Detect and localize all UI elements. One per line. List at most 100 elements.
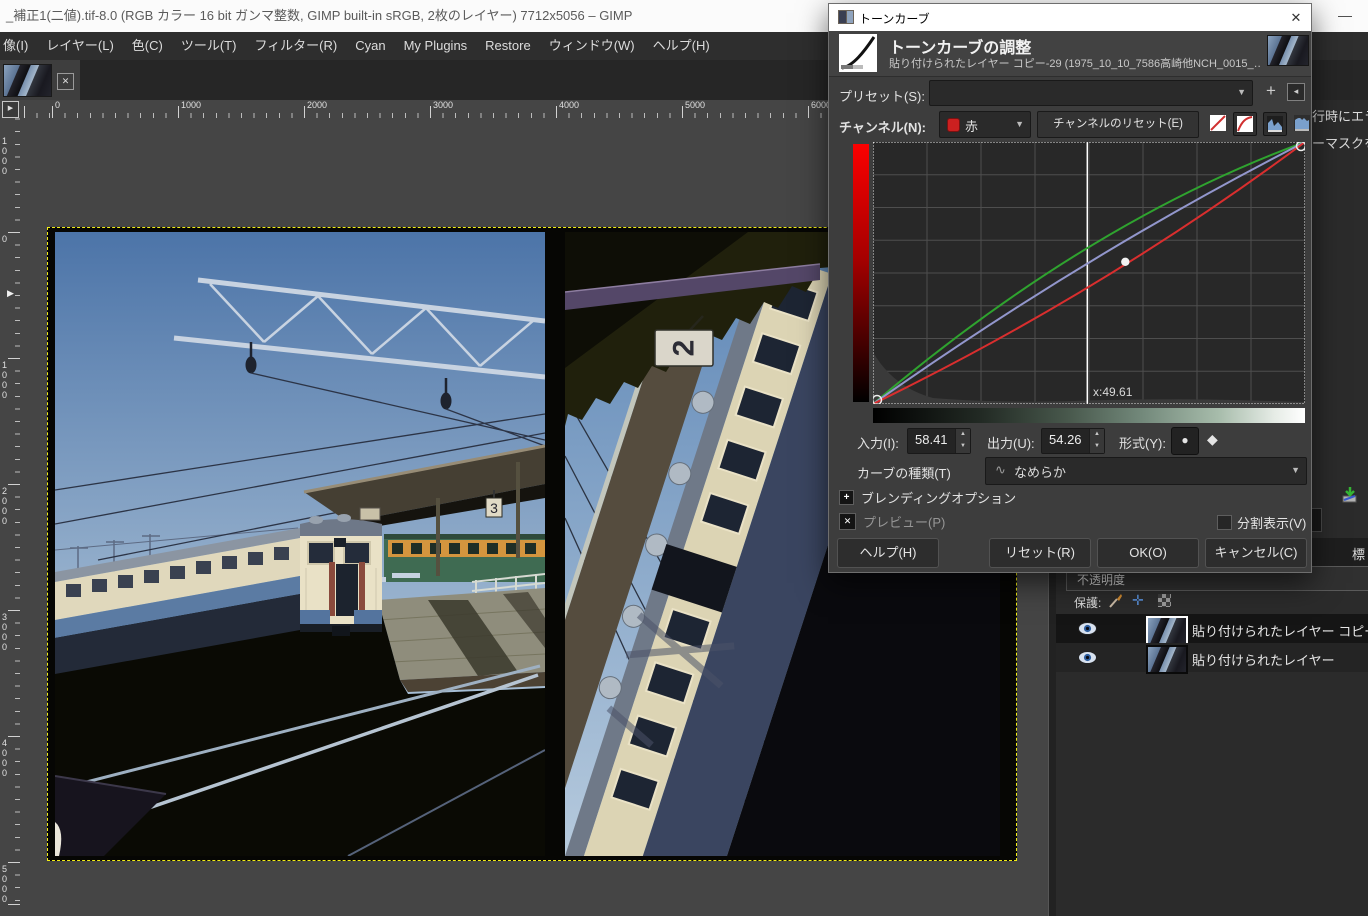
layer-thumbnail[interactable] (1146, 645, 1188, 674)
vruler-label: 1000 (2, 136, 8, 176)
input-spinner[interactable]: 58.41 ▲ ▼ (907, 428, 971, 454)
vruler-label: 0 (2, 234, 8, 244)
layer-row-active[interactable]: 貼り付けられたレイヤー コピー (1056, 614, 1368, 645)
menu-my-plugins[interactable]: My Plugins (395, 32, 477, 60)
menu-colors[interactable]: 色(C) (123, 32, 172, 60)
menu-layer[interactable]: レイヤー(L) (37, 32, 123, 60)
lock-position-icon[interactable]: ✛ (1132, 592, 1144, 609)
vertical-ruler[interactable]: 1000 0 1000 2000 3000 4000 5000 (0, 118, 20, 916)
layer-name: 貼り付けられたレイヤー コピー (1192, 624, 1368, 639)
preset-add-button[interactable]: + (1261, 81, 1281, 101)
split-view-checkbox[interactable] (1217, 515, 1232, 530)
menu-windows[interactable]: ウィンドウ(W) (540, 32, 644, 60)
hruler-label: 0 (55, 100, 61, 110)
preset-menu-button[interactable]: ◂ (1287, 83, 1305, 101)
preset-label: プリセット(S): (839, 89, 925, 104)
vruler-label: 1000 (2, 360, 8, 400)
dialog-layer-thumbnail (1267, 35, 1309, 66)
channel-reset-button[interactable]: チャンネルのリセット(E) (1037, 111, 1199, 138)
left-photo: 3 (55, 232, 545, 856)
point-type-label: 形式(Y): (1119, 436, 1166, 451)
platform-sign-3: 3 (490, 500, 498, 516)
layer-row[interactable]: 貼り付けられたレイヤー (1056, 643, 1368, 674)
vruler-label: 5000 (2, 864, 8, 904)
chevron-down-icon: ▼ (1237, 87, 1246, 98)
curve-point-selected[interactable] (1121, 257, 1130, 266)
menu-restore[interactable]: Restore (476, 32, 540, 60)
hruler-label: 5000 (685, 100, 706, 110)
blending-expander-icon[interactable]: + (839, 490, 854, 505)
layer-name: 貼り付けられたレイヤー (1192, 653, 1335, 668)
reset-button[interactable]: リセット(R) (989, 538, 1091, 568)
menu-cyan[interactable]: Cyan (346, 32, 394, 60)
vruler-label: 4000 (2, 738, 8, 778)
input-label: 入力(I): (857, 436, 899, 451)
opacity-label: 不透明度 (1077, 573, 1126, 587)
help-button[interactable]: ヘルプ(H) (837, 538, 939, 568)
ruler-pointer-icon: ▶ (7, 288, 14, 298)
curve-type-select[interactable]: ∿ なめらか ▼ (985, 457, 1307, 485)
output-value: 54.26 (1049, 432, 1082, 447)
lock-label: 保護: (1074, 596, 1102, 610)
hruler-label: 4000 (559, 100, 580, 110)
channel-select[interactable]: 赤 ▼ (939, 111, 1031, 138)
menu-filters[interactable]: フィルター(R) (245, 32, 346, 60)
blending-options-expander[interactable]: ブレンディングオプション (861, 488, 1016, 507)
ok-button[interactable]: OK(O) (1097, 538, 1199, 568)
cancel-button[interactable]: キャンセル(C) (1205, 538, 1307, 568)
linear-histogram-toggle[interactable] (1263, 112, 1287, 136)
preview-checkbox[interactable]: ✕ (839, 513, 856, 530)
vruler-label: 2000 (2, 486, 8, 526)
channel-gradient-strip (853, 144, 869, 402)
curve-type-label: カーブの種類(T) (857, 466, 951, 481)
dialog-title: トーンカーブ (859, 12, 930, 26)
menu-help[interactable]: ヘルプ(H) (644, 32, 719, 60)
minimize-button[interactable]: — (1322, 0, 1368, 32)
lock-pixels-icon[interactable] (1108, 593, 1124, 609)
curves-icon (839, 34, 877, 72)
smooth-point-toggle[interactable]: ● (1171, 427, 1199, 455)
tab-close-icon[interactable]: ✕ (57, 73, 74, 90)
spinner-arrows-icon[interactable]: ▲ ▼ (955, 429, 970, 453)
output-gradient-bar (873, 408, 1305, 423)
dialog-app-icon (838, 10, 854, 24)
menu-tools[interactable]: ツール(T) (172, 32, 246, 60)
chevron-down-icon: ▼ (1015, 118, 1024, 129)
log-histogram-toggle[interactable] (1291, 112, 1313, 134)
split-view-label[interactable]: 分割表示(V) (1237, 513, 1306, 532)
lock-alpha-icon[interactable] (1158, 594, 1171, 607)
chevron-down-icon: ▼ (1291, 465, 1300, 476)
curve-editor[interactable]: x:49.61 (871, 140, 1307, 406)
preset-select[interactable]: ▼ (929, 80, 1253, 106)
tone-curve-dialog: トーンカーブ ✕ トーンカーブの調整 貼り付けられたレイヤー コピー-29 (1… (828, 3, 1312, 573)
spinner-arrows-icon[interactable]: ▲ ▼ (1089, 429, 1104, 453)
output-label: 出力(U): (987, 436, 1035, 451)
vruler-label: 3000 (2, 612, 8, 652)
eye-icon[interactable] (1078, 651, 1097, 664)
smooth-curve-icon: ∿ (995, 462, 1006, 477)
anchor-layer-icon[interactable] (1340, 486, 1358, 504)
red-channel-icon (947, 118, 960, 132)
dialog-subtitle: 貼り付けられたレイヤー コピー-29 (1975_10_10_7586高崎他NC… (889, 58, 1261, 70)
preview-label[interactable]: プレビュー(P) (863, 512, 945, 531)
gamma-curve-toggle[interactable] (1233, 112, 1257, 136)
channel-label: チャンネル(N): (839, 120, 926, 135)
linear-curve-toggle[interactable] (1207, 112, 1229, 134)
dialog-close-icon[interactable]: ✕ (1287, 9, 1305, 27)
image-tab-thumbnail (3, 64, 52, 97)
layer-mode-value: 標準 (1352, 547, 1366, 562)
eye-icon[interactable] (1078, 622, 1097, 635)
channel-value: 赤 (965, 119, 979, 134)
dialog-header: トーンカーブの調整 貼り付けられたレイヤー コピー-29 (1975_10_10… (829, 31, 1311, 77)
layer-thumbnail[interactable] (1146, 616, 1188, 645)
cursor-x-readout: x:49.61 (1093, 385, 1133, 399)
corner-point-toggle[interactable]: ◆ (1207, 431, 1218, 448)
dialog-titlebar[interactable]: トーンカーブ ✕ (829, 4, 1311, 31)
hruler-label: 1000 (181, 100, 202, 110)
menu-image[interactable]: 像(I) (0, 32, 37, 60)
background-error-text: 行時にエラー (1312, 109, 1368, 124)
output-spinner[interactable]: 54.26 ▲ ▼ (1041, 428, 1105, 454)
hruler-label: 3000 (433, 100, 454, 110)
ruler-corner-button[interactable]: ▶ (2, 101, 19, 118)
hruler-label: 2000 (307, 100, 328, 110)
